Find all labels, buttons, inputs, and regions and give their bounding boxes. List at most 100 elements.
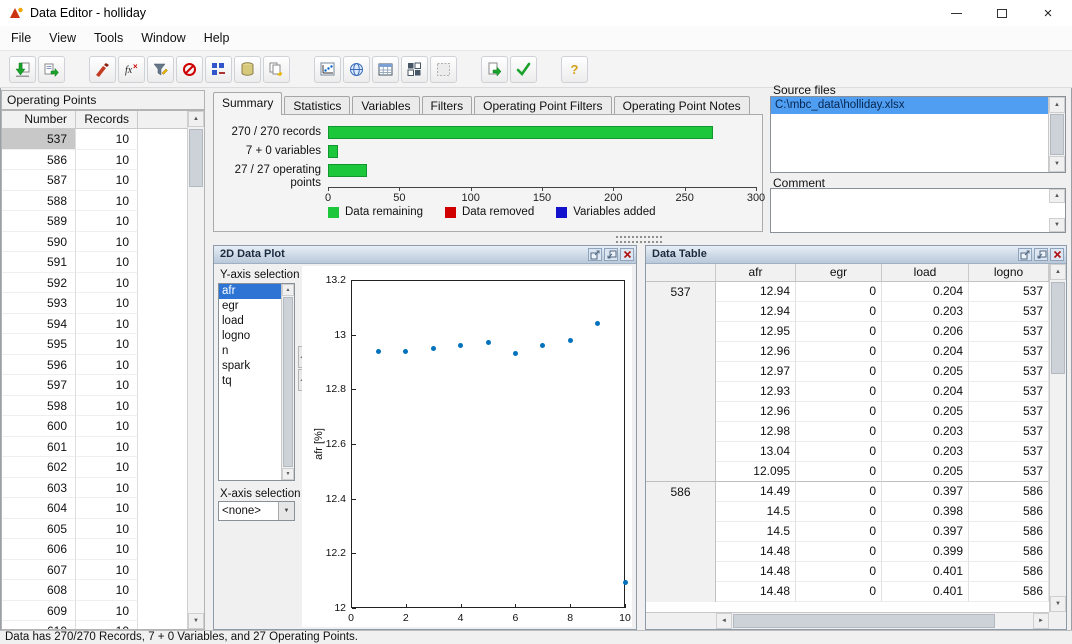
op-records-cell[interactable]: 10 xyxy=(76,396,138,417)
operating-point-row[interactable]: 60710 xyxy=(2,560,204,581)
table-cell[interactable]: 12.96 xyxy=(716,342,796,362)
op-number-cell[interactable]: 590 xyxy=(2,232,76,253)
operating-point-row[interactable]: 60410 xyxy=(2,498,204,519)
table-cell[interactable]: 0.203 xyxy=(882,422,969,442)
scroll-up-icon[interactable]: ▲ xyxy=(1049,189,1065,203)
storage-button[interactable] xyxy=(234,56,261,83)
table-row[interactable]: 12.9700.205537 xyxy=(646,362,1049,382)
operating-point-row[interactable]: 53710 xyxy=(2,129,204,150)
op-records-cell[interactable]: 10 xyxy=(76,334,138,355)
scroll-down-icon[interactable]: ▼ xyxy=(282,468,294,480)
table-cell[interactable]: 537 xyxy=(969,322,1049,342)
table-row[interactable]: 12.09500.205537 xyxy=(646,462,1049,482)
op-number-cell[interactable]: 605 xyxy=(2,519,76,540)
splitter-handle[interactable] xyxy=(616,236,662,243)
table-cell[interactable]: 537 xyxy=(969,462,1049,482)
op-records-cell[interactable]: 10 xyxy=(76,273,138,294)
scroll-down-icon[interactable]: ▼ xyxy=(1049,156,1065,172)
op-number-cell[interactable]: 589 xyxy=(2,211,76,232)
table-cell[interactable]: 0.401 xyxy=(882,562,969,582)
operating-point-row[interactable]: 59210 xyxy=(2,273,204,294)
table-cell[interactable]: 586 xyxy=(969,502,1049,522)
column-header-afr[interactable]: afr xyxy=(716,264,796,281)
table-cell[interactable]: 537 xyxy=(969,422,1049,442)
operating-points-scrollbar[interactable]: ▲ ▼ xyxy=(187,111,204,629)
table-cell[interactable]: 13.04 xyxy=(716,442,796,462)
table-cell[interactable]: 0 xyxy=(796,422,882,442)
table-row[interactable]: 14.500.397586 xyxy=(646,522,1049,542)
column-header-records[interactable]: Records xyxy=(76,111,138,128)
y-axis-scrollbar[interactable]: ▲ ▼ xyxy=(281,284,294,480)
y-axis-item-spark[interactable]: spark xyxy=(219,359,281,374)
edit-data-button[interactable] xyxy=(89,56,116,83)
column-header-egr[interactable]: egr xyxy=(796,264,882,281)
table-cell[interactable]: 12.93 xyxy=(716,382,796,402)
op-records-cell[interactable]: 10 xyxy=(76,457,138,478)
table-cell[interactable]: 0 xyxy=(796,542,882,562)
table-cell[interactable]: 14.48 xyxy=(716,562,796,582)
scroll-down-icon[interactable]: ▼ xyxy=(1050,596,1066,612)
table-row[interactable]: 14.4800.399586 xyxy=(646,542,1049,562)
scroll-up-icon[interactable]: ▲ xyxy=(1049,97,1065,113)
empty-view-button[interactable] xyxy=(430,56,457,83)
table-cell[interactable]: 586 xyxy=(969,562,1049,582)
operating-point-row[interactable]: 60610 xyxy=(2,539,204,560)
column-header-number[interactable]: Number xyxy=(2,111,76,128)
row-header-cell[interactable] xyxy=(646,302,716,322)
table-row[interactable]: 12.9400.203537 xyxy=(646,302,1049,322)
table-row[interactable]: 14.500.398586 xyxy=(646,502,1049,522)
maximize-button[interactable] xyxy=(979,0,1025,26)
op-number-cell[interactable]: 597 xyxy=(2,375,76,396)
add-filter-button[interactable] xyxy=(147,56,174,83)
scroll-down-icon[interactable]: ▼ xyxy=(1049,218,1065,232)
op-number-cell[interactable]: 537 xyxy=(2,129,76,150)
table-row[interactable]: 14.4800.401586 xyxy=(646,562,1049,582)
table-cell[interactable]: 12.95 xyxy=(716,322,796,342)
op-records-cell[interactable]: 10 xyxy=(76,580,138,601)
y-axis-item-afr[interactable]: afr xyxy=(219,284,281,299)
row-header-cell[interactable] xyxy=(646,522,716,542)
undock-button[interactable] xyxy=(588,248,602,261)
scroll-up-icon[interactable]: ▲ xyxy=(188,111,204,127)
op-records-cell[interactable]: 10 xyxy=(76,416,138,437)
tab-variables[interactable]: Variables xyxy=(352,96,419,115)
table-cell[interactable]: 0.203 xyxy=(882,442,969,462)
scroll-thumb[interactable] xyxy=(733,614,995,628)
table-cell[interactable]: 537 xyxy=(969,442,1049,462)
operating-point-row[interactable]: 60510 xyxy=(2,519,204,540)
op-records-cell[interactable]: 10 xyxy=(76,252,138,273)
scroll-right-icon[interactable]: ► xyxy=(1033,613,1049,629)
table-cell[interactable]: 0 xyxy=(796,362,882,382)
table-cell[interactable]: 0.399 xyxy=(882,542,969,562)
table-cell[interactable]: 0.204 xyxy=(882,282,969,302)
table-cell[interactable]: 14.5 xyxy=(716,502,796,522)
table-cell[interactable]: 12.97 xyxy=(716,362,796,382)
table-cell[interactable]: 0 xyxy=(796,562,882,582)
menu-item-file[interactable]: File xyxy=(2,26,40,51)
operating-point-row[interactable]: 58910 xyxy=(2,211,204,232)
comment-scrollbar[interactable]: ▲ ▼ xyxy=(1049,189,1065,232)
import-file-button[interactable] xyxy=(9,56,36,83)
row-header-cell[interactable]: 537 xyxy=(646,282,716,302)
op-number-cell[interactable]: 592 xyxy=(2,273,76,294)
op-number-cell[interactable]: 593 xyxy=(2,293,76,314)
menu-item-window[interactable]: Window xyxy=(132,26,194,51)
op-records-cell[interactable]: 10 xyxy=(76,539,138,560)
scroll-thumb[interactable] xyxy=(1050,114,1064,155)
row-header-cell[interactable] xyxy=(646,562,716,582)
multi-view-button[interactable] xyxy=(401,56,428,83)
row-header-cell[interactable] xyxy=(646,402,716,422)
operating-point-row[interactable]: 58610 xyxy=(2,150,204,171)
accept-button[interactable] xyxy=(510,56,537,83)
row-header-cell[interactable] xyxy=(646,462,716,482)
column-header-logno[interactable]: logno xyxy=(969,264,1049,281)
op-records-cell[interactable]: 10 xyxy=(76,498,138,519)
op-number-cell[interactable]: 602 xyxy=(2,457,76,478)
op-records-cell[interactable]: 10 xyxy=(76,211,138,232)
add-variable-button[interactable]: fx× xyxy=(118,56,145,83)
operating-point-row[interactable]: 60910 xyxy=(2,601,204,622)
x-axis-dropdown[interactable]: <none> ▼ xyxy=(218,501,295,521)
table-cell[interactable]: 0.204 xyxy=(882,342,969,362)
test-filter-button[interactable] xyxy=(176,56,203,83)
op-number-cell[interactable]: 595 xyxy=(2,334,76,355)
